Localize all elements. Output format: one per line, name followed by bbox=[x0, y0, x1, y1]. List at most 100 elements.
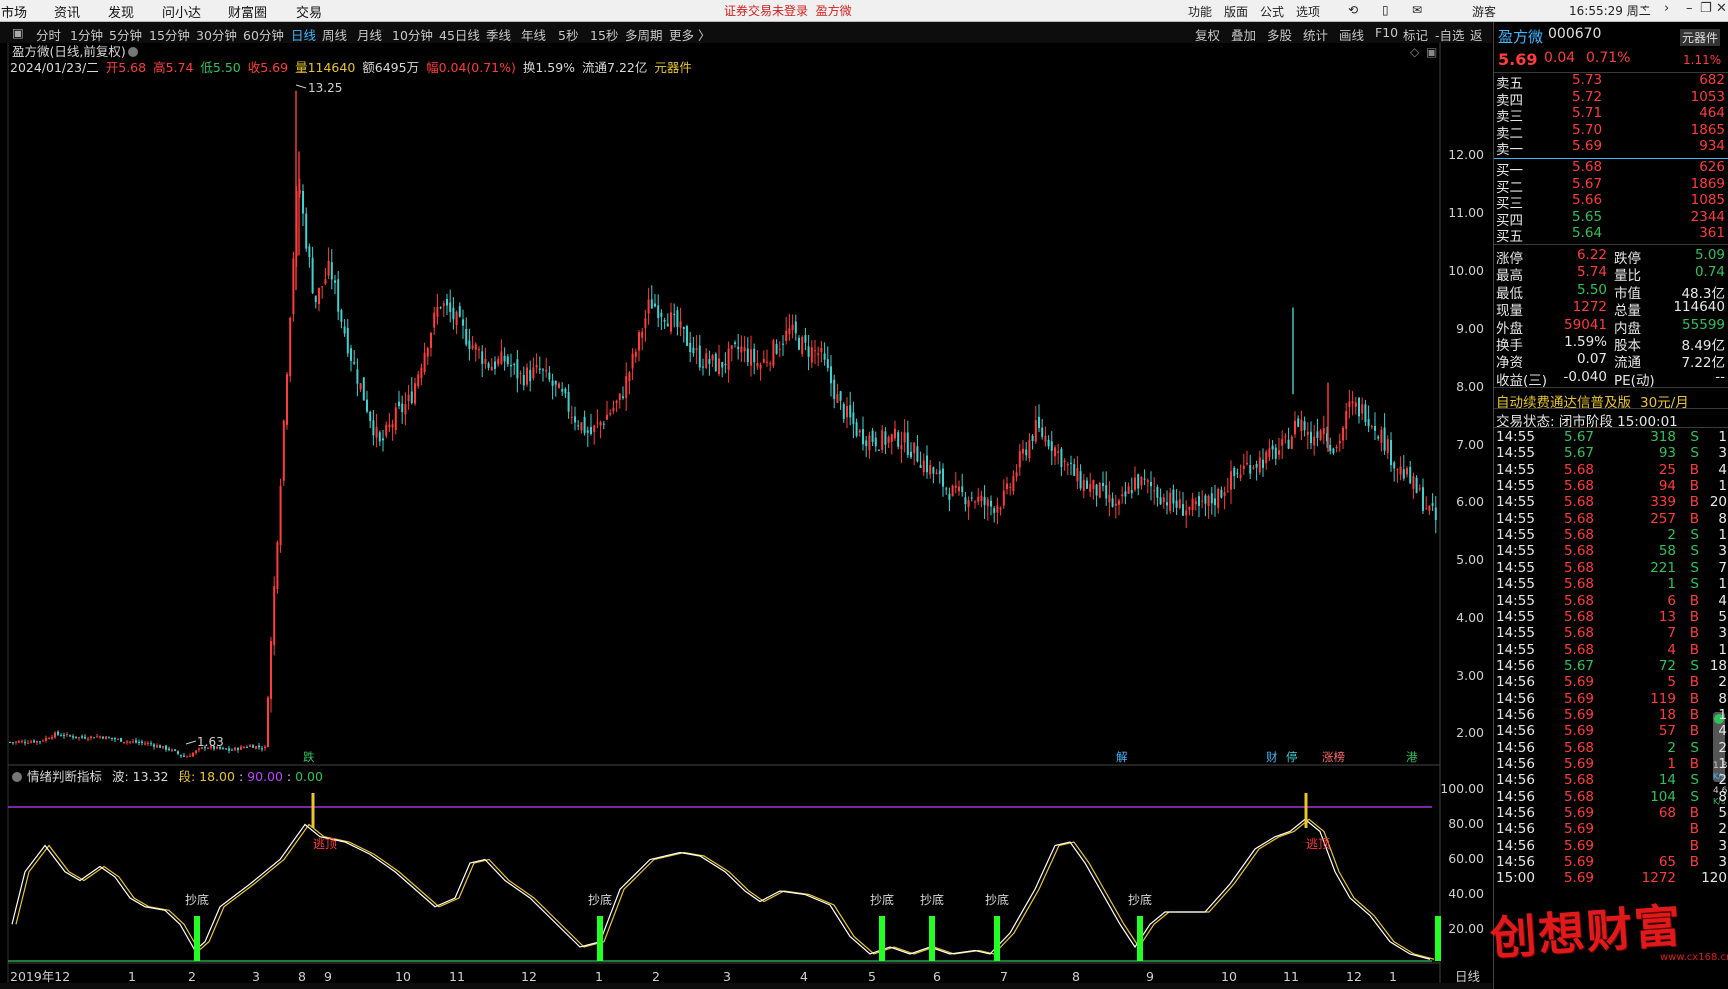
tick-row[interactable]: 14:56 5.68 14 S 2 bbox=[1494, 772, 1728, 789]
login-notice[interactable]: 证券交易未登录 盈方微 bbox=[724, 2, 852, 19]
menu-function[interactable]: 功能 bbox=[1188, 3, 1212, 20]
tick-row[interactable]: 14:56 5.69 B 2 bbox=[1494, 821, 1728, 838]
tool-f10[interactable]: F10 bbox=[1375, 25, 1398, 40]
menu-trade[interactable]: 交易 bbox=[296, 2, 322, 21]
stat-row[interactable]: 净资 0.07 流通 7.22亿 bbox=[1494, 351, 1728, 371]
stat-row[interactable]: 换手 1.59% 股本 8.49亿 bbox=[1494, 334, 1728, 354]
tick-row[interactable]: 14:55 5.67 93 S 3 bbox=[1494, 445, 1728, 462]
tick-row[interactable]: 14:56 5.69 57 B 4 bbox=[1494, 723, 1728, 740]
tick-row[interactable]: 14:56 5.69 5 B 2 bbox=[1494, 674, 1728, 691]
stat-row[interactable]: 涨停 6.22 跌停 5.09 bbox=[1494, 247, 1728, 267]
menu-news[interactable]: 资讯 bbox=[54, 2, 80, 21]
bid-level[interactable]: 买三 5.66 1085 bbox=[1494, 192, 1728, 212]
period-1min[interactable]: 1分钟 bbox=[70, 25, 103, 44]
period-fenshi[interactable]: 分时 bbox=[36, 25, 61, 44]
indicator-dropdown-icon[interactable] bbox=[12, 772, 22, 782]
tick-row[interactable]: 14:55 5.68 339 B 20 bbox=[1494, 494, 1728, 511]
tick-row[interactable]: 14:55 5.68 2 S 1 bbox=[1494, 527, 1728, 544]
period-more[interactable]: 更多 〉 bbox=[669, 25, 710, 44]
menu-options[interactable]: 选项 bbox=[1296, 3, 1320, 20]
tick-row[interactable]: 14:55 5.68 58 S 3 bbox=[1494, 543, 1728, 560]
close-icon[interactable]: ✕ bbox=[1716, 1, 1727, 16]
kline-chart-area[interactable]: 盈方微(日线,前复权) 2024/01/23/二 开5.68 高5.74 低5.… bbox=[0, 43, 1492, 989]
tick-row[interactable]: 14:55 5.68 4 B 1 bbox=[1494, 642, 1728, 659]
bid-level[interactable]: 买四 5.65 2344 bbox=[1494, 209, 1728, 229]
event-marker[interactable]: 跌 bbox=[303, 750, 315, 764]
stat-row[interactable]: 外盘 59041 内盘 55599 bbox=[1494, 317, 1728, 337]
bottom-tab-strip[interactable] bbox=[0, 983, 1492, 989]
tick-row[interactable]: 15:00 5.69 1272 120 bbox=[1494, 870, 1728, 887]
tick-row[interactable]: 14:56 5.69 B 3 bbox=[1494, 838, 1728, 855]
stat-row[interactable]: 最低 5.50 市值 48.3亿 bbox=[1494, 282, 1728, 302]
period-30min[interactable]: 30分钟 bbox=[196, 25, 237, 44]
title-dropdown-icon[interactable] bbox=[128, 47, 138, 57]
stat-row[interactable]: 最高 5.74 量比 0.74 bbox=[1494, 264, 1728, 284]
event-marker[interactable]: 港 bbox=[1406, 750, 1418, 764]
tick-row[interactable]: 14:56 5.68 2 S 2 bbox=[1494, 740, 1728, 757]
tick-row[interactable]: 14:55 5.68 13 B 5 bbox=[1494, 609, 1728, 626]
mail-icon[interactable]: ✉ bbox=[1412, 3, 1422, 17]
minimize-icon[interactable]: – bbox=[1686, 1, 1693, 16]
kline-chart-svg[interactable]: 盈方微(日线,前复权) 2024/01/23/二 开5.68 高5.74 低5.… bbox=[0, 43, 1492, 989]
period-weekly[interactable]: 周线 bbox=[322, 25, 347, 44]
menu-formula[interactable]: 公式 bbox=[1260, 3, 1284, 20]
period-60min[interactable]: 60分钟 bbox=[243, 25, 284, 44]
sector-tag[interactable]: 元器件 bbox=[1680, 29, 1721, 46]
stat-row[interactable]: 现量 1272 总量 114640 bbox=[1494, 299, 1728, 319]
forward-icon[interactable]: › bbox=[1664, 1, 1669, 16]
ask-level[interactable]: 卖四 5.72 1053 bbox=[1494, 89, 1728, 109]
tick-row[interactable]: 14:56 5.69 1 B 1 bbox=[1494, 756, 1728, 773]
menu-market[interactable]: 市场 bbox=[1, 2, 27, 21]
tick-row[interactable]: 14:55 5.68 94 B 1 bbox=[1494, 478, 1728, 495]
period-multi[interactable]: 多周期 bbox=[625, 25, 663, 44]
tick-row[interactable]: 14:56 5.68 104 S 8 bbox=[1494, 789, 1728, 806]
back-icon[interactable]: ‹ bbox=[1642, 1, 1647, 16]
tick-row[interactable]: 14:55 5.68 25 B 4 bbox=[1494, 462, 1728, 479]
menu-ask[interactable]: 问小达 bbox=[162, 2, 201, 21]
tick-row[interactable]: 14:56 5.69 18 B 1 bbox=[1494, 707, 1728, 724]
expand-icon[interactable]: ▣ bbox=[1426, 45, 1437, 59]
period-quarterly[interactable]: 季线 bbox=[486, 25, 511, 44]
tool-draw[interactable]: 画线 bbox=[1339, 25, 1364, 44]
restore-icon[interactable]: ❐ bbox=[1700, 1, 1712, 16]
tick-row[interactable]: 14:56 5.67 72 S 18 bbox=[1494, 658, 1728, 675]
event-marker[interactable]: 解 bbox=[1116, 750, 1128, 764]
user-guest[interactable]: 游客 bbox=[1472, 3, 1496, 20]
tool-mark[interactable]: 标记 bbox=[1403, 25, 1428, 44]
menu-discover[interactable]: 发现 bbox=[108, 2, 134, 21]
menu-wealth-circle[interactable]: 财富圈 bbox=[228, 2, 267, 21]
tool-overlay[interactable]: 叠加 bbox=[1231, 25, 1256, 44]
panel-toggle-icon[interactable]: ▣ bbox=[12, 25, 24, 40]
menu-layout[interactable]: 版面 bbox=[1224, 3, 1248, 20]
period-5min[interactable]: 5分钟 bbox=[109, 25, 142, 44]
tick-row[interactable]: 14:56 5.69 65 B 3 bbox=[1494, 854, 1728, 871]
event-marker[interactable]: 停 bbox=[1286, 750, 1298, 764]
period-daily[interactable]: 日线 bbox=[291, 25, 316, 44]
tick-row[interactable]: 14:56 5.69 68 B 5 bbox=[1494, 805, 1728, 822]
tool-watchlist[interactable]: -自选 bbox=[1435, 25, 1465, 44]
refresh-icon[interactable]: ⟲ bbox=[1348, 3, 1358, 17]
tick-row[interactable]: 14:55 5.67 318 S 1 bbox=[1494, 429, 1728, 446]
tool-adjust[interactable]: 复权 bbox=[1195, 25, 1220, 44]
ask-level[interactable]: 卖一 5.69 934 bbox=[1494, 138, 1728, 158]
tool-stats[interactable]: 统计 bbox=[1303, 25, 1328, 44]
period-5sec[interactable]: 5秒 bbox=[558, 25, 578, 44]
event-marker[interactable]: 财 bbox=[1266, 750, 1278, 764]
phone-icon[interactable]: ▯ bbox=[1382, 3, 1389, 17]
period-monthly[interactable]: 月线 bbox=[357, 25, 382, 44]
bid-level[interactable]: 买一 5.68 626 bbox=[1494, 159, 1728, 179]
tick-row[interactable]: 14:55 5.68 257 B 8 bbox=[1494, 511, 1728, 528]
tick-row[interactable]: 14:55 5.68 1 S 1 bbox=[1494, 576, 1728, 593]
tool-multi-stock[interactable]: 多股 bbox=[1267, 25, 1292, 44]
bid-level[interactable]: 买二 5.67 1869 bbox=[1494, 176, 1728, 196]
promo-line[interactable]: 自动续费通达信普及版 30元/月 bbox=[1494, 391, 1728, 411]
event-marker[interactable]: 涨榜 bbox=[1322, 750, 1345, 764]
period-yearly[interactable]: 年线 bbox=[521, 25, 546, 44]
ask-level[interactable]: 卖二 5.70 1865 bbox=[1494, 122, 1728, 142]
diamond-icon[interactable]: ◇ bbox=[1410, 45, 1420, 59]
period-45day[interactable]: 45日线 bbox=[439, 25, 480, 44]
period-10min[interactable]: 10分钟 bbox=[392, 25, 433, 44]
period-15sec[interactable]: 15秒 bbox=[590, 25, 618, 44]
period-15min[interactable]: 15分钟 bbox=[149, 25, 190, 44]
tick-row[interactable]: 14:56 5.69 119 B 8 bbox=[1494, 691, 1728, 708]
